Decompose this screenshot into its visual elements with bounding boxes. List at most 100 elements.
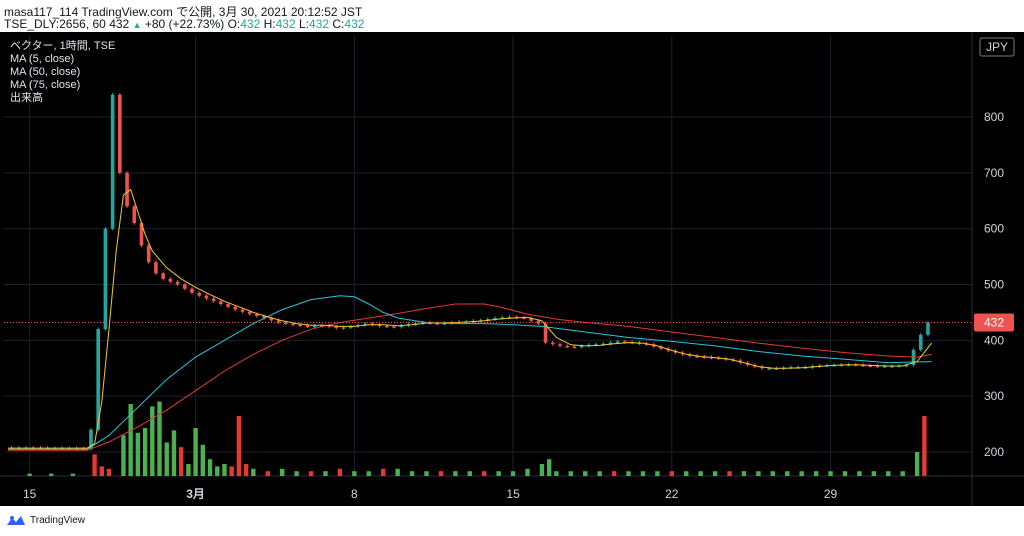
volume-bar [294,471,299,476]
y-tick-label: 200 [984,445,1004,459]
volume-bar [236,416,242,476]
volume-bar [712,471,718,476]
volume-bar [178,447,184,476]
volume-bar [243,464,249,476]
candle-body [312,325,317,328]
volume-bar [381,468,386,476]
candle-body [572,346,577,348]
volume-bar [785,471,790,476]
close-value: 432 [344,17,365,31]
x-tick-label: 3月 [186,487,205,501]
candle-body [110,94,115,229]
volume-bar [308,471,314,476]
brand-name: TradingView [30,514,86,526]
candle-body [190,288,194,293]
candle-body [298,324,303,327]
volume-bar [409,471,415,476]
candle-body [161,273,165,279]
volume-bar [92,454,97,476]
candle-body [291,323,295,326]
x-tick-label: 15 [23,487,37,501]
candle-body [154,262,158,274]
candle-body [182,284,187,289]
y-tick-label: 800 [984,110,1004,124]
open-value: 432 [240,17,261,31]
candle-body [233,306,238,310]
legend-ma5[interactable]: MA (5, close) [10,53,115,66]
candle-body [385,325,389,328]
volume-bar [554,471,559,476]
candle-body [175,281,180,285]
candle-body [565,345,569,348]
symbol-label: TSE_DLY:2656, 60 [4,17,106,31]
volume-bar [871,471,877,476]
volume-bar [482,471,487,476]
volume-bar [611,471,617,476]
volume-bar [539,464,545,476]
volume-bar [121,435,126,476]
x-tick-label: 22 [665,487,679,501]
legend-ma50[interactable]: MA (50, close) [10,66,115,79]
volume-bar [150,406,155,476]
legend-volume[interactable]: 出来高 [10,92,115,105]
symbol-quote-line: TSE_DLY:2656, 60 432 ▲ +80 (+22.73%) O:4… [4,17,364,31]
chart-legend: ベクター, 1時間, TSE MA (5, close) MA (50, clo… [10,40,115,105]
candle-body [146,245,151,263]
legend-title[interactable]: ベクター, 1時間, TSE [10,40,115,53]
volume-bar [157,401,162,476]
chart-canvas[interactable]: 800 700 600 500 400 300 200 15 3月 8 15 22 29 JPY 432 [0,32,1024,506]
last-price: 432 [109,17,130,31]
volume-bar [546,459,552,476]
candle-body [918,334,923,350]
volume-bar [265,471,270,476]
tradingview-brand[interactable]: TradingView [6,514,85,526]
volume-bar [438,471,444,476]
legend-ma75[interactable]: MA (75, close) [10,79,115,92]
volume-bar [857,471,862,476]
volume-bar [640,471,646,476]
volume-bar [215,466,220,476]
volume-bar [395,468,400,476]
candle-body [926,322,930,335]
volume-bar [193,428,198,476]
open-label: O: [227,17,241,31]
y-tick-label: 300 [984,389,1004,403]
candle-body [247,311,252,315]
close-label: C: [332,17,345,31]
candle-body [204,295,209,299]
candle-body [103,228,108,330]
arrow-up-icon: ▲ [132,20,142,30]
y-tick-label: 500 [984,278,1004,292]
high-label: H: [263,17,276,31]
volume-bar [597,471,602,476]
volume-bar [467,471,472,476]
volume-bar [200,444,206,476]
price-change: +80 (+22.73%) [144,17,225,31]
volume-bar [626,471,631,476]
volume-bar [698,471,703,476]
volume-bar [164,442,169,476]
volume-bar [842,471,848,476]
candle-body [558,344,562,346]
y-tick-label: 600 [984,222,1004,236]
tradingview-logo-icon [7,516,25,525]
volume-bar [352,471,357,476]
volume-bar [49,473,54,476]
volume-bar [453,471,458,476]
volume-bar [424,471,429,476]
volume-bar [525,468,530,476]
currency-label: JPY [986,40,1008,54]
candle-body [118,94,122,173]
candle-body [305,325,310,328]
volume-bar [813,471,819,476]
candle-body [240,309,245,312]
candle-body [283,322,288,324]
candle-body [334,326,339,329]
volume-bar [207,459,213,476]
volume-bar [186,464,191,476]
candle-body [226,304,230,307]
price-chart[interactable]: 800 700 600 500 400 300 200 15 3月 8 15 22 29 JPY 432 [0,32,1024,506]
volume-bar [106,468,112,476]
chart-footer: TradingView [0,506,1024,536]
volume-bar [337,468,343,476]
